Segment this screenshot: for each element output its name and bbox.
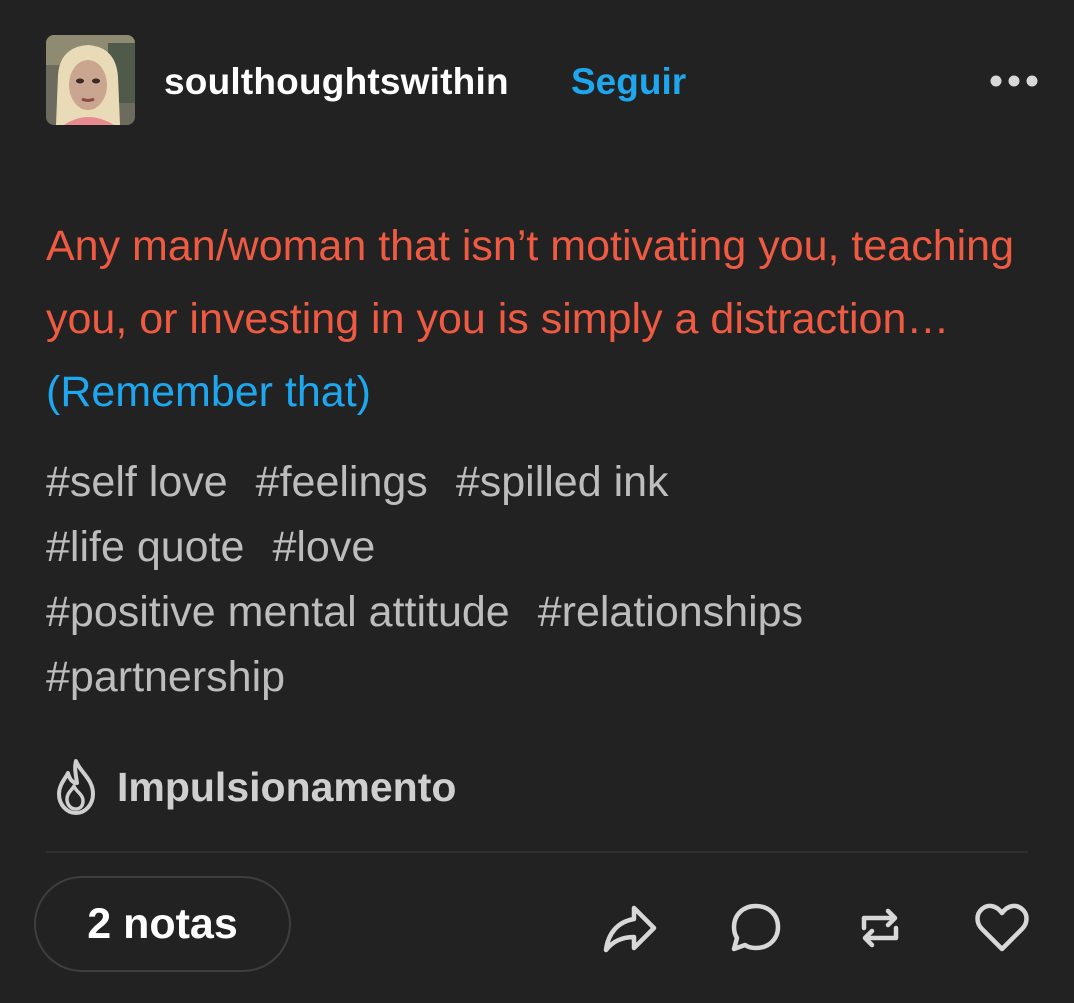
reply-icon[interactable] <box>726 898 786 958</box>
boost-button[interactable]: Impulsionamento <box>49 757 456 817</box>
tag-link[interactable]: #self love <box>46 458 228 506</box>
flame-icon <box>57 759 95 815</box>
more-horizontal-icon[interactable] <box>990 71 1038 91</box>
follow-button[interactable]: Seguir <box>571 61 686 103</box>
like-icon[interactable] <box>972 898 1032 958</box>
tag-link[interactable]: #positive mental attitude <box>46 588 510 636</box>
tag-line: #life quote #love <box>46 515 1036 580</box>
tag-link[interactable]: #feelings <box>256 458 428 506</box>
tag-link[interactable]: #relationships <box>538 588 803 636</box>
avatar[interactable] <box>46 35 135 125</box>
tag-link[interactable]: #partnership <box>46 653 285 701</box>
reblog-icon[interactable] <box>850 898 910 958</box>
tag-line: #partnership <box>46 645 1036 710</box>
post-header: soulthoughtswithin Seguir <box>46 35 1038 125</box>
post-actions <box>0 898 1074 958</box>
share-icon[interactable] <box>600 898 660 958</box>
tag-line: #positive mental attitude #relationships <box>46 580 1036 645</box>
username[interactable]: soulthoughtswithin <box>164 61 509 103</box>
post-card: soulthoughtswithin Seguir Any man/woman … <box>0 0 1074 1003</box>
boost-label: Impulsionamento <box>117 763 457 810</box>
divider <box>46 851 1028 853</box>
tag-list: #self love #feelings #spilled ink #life quo… <box>46 450 1036 710</box>
tag-link[interactable]: #life quote <box>46 523 244 571</box>
tag-line: #self love #feelings #spilled ink <box>46 450 1036 515</box>
tag-link[interactable]: #love <box>272 523 375 571</box>
post-body-text: Any man/woman that isn’t motivating you,… <box>46 222 1015 343</box>
tag-link[interactable]: #spilled ink <box>456 458 669 506</box>
post-body: Any man/woman that isn’t motivating you,… <box>46 210 1036 429</box>
post-body-link[interactable]: (Remember that) <box>46 368 371 416</box>
avatar-image <box>46 35 135 125</box>
